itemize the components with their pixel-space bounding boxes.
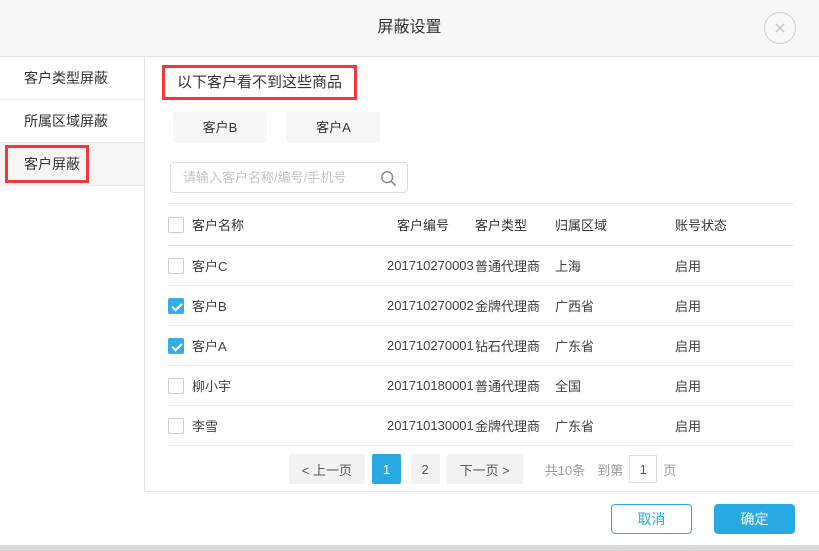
sidebar-item[interactable]: 所属区域屏蔽 [0,100,144,143]
sidebar: 客户类型屏蔽 所属区域屏蔽 客户屏蔽 [0,57,145,492]
column-account-status: 账号状态 [675,218,728,233]
cell-customer-name: 客户B [192,299,227,314]
row-checkbox[interactable] [168,377,184,394]
row-checkbox[interactable] [168,257,184,274]
confirm-button[interactable]: 确定 [714,503,795,534]
cell-region: 上海 [555,259,582,274]
cell-customer-type: 钻石代理商 [475,339,541,354]
row-checkbox[interactable] [168,337,184,354]
cell-customer-type: 普通代理商 [475,379,541,394]
section-title-annotation-box: 以下客户看不到这些商品 [162,65,358,100]
table-header-row: 客户名称 客户编号 客户类型 归属区域 账号状态 [168,204,793,246]
sidebar-item[interactable]: 客户屏蔽 [0,143,144,186]
customer-tag[interactable]: 客户A [286,112,381,143]
cell-customer-type: 金牌代理商 [475,419,541,434]
modal-title: 屏蔽设置 [377,19,442,36]
cell-customer-code: 201710180001 [387,378,474,393]
customer-table: 客户名称 客户编号 客户类型 归属区域 账号状态 客户C 20171027000… [168,203,793,446]
page-background-strip [0,545,819,551]
next-page-button[interactable]: 下一页 > [446,454,523,484]
pagination: < 上一页 1 2 下一页 > 共10条 到第 页 [168,446,793,492]
main-panel: 以下客户看不到这些商品 客户B 客户A 客户名称 客户编号 客 [145,57,819,492]
table-row: 客户C 201710270003 普通代理商 上海 启用 [168,246,793,286]
customer-search-box [170,162,408,193]
table-row: 客户A 201710270001 钻石代理商 广东省 启用 [168,326,793,366]
sidebar-item-label: 客户类型屏蔽 [24,70,108,86]
cell-account-status: 启用 [675,339,702,354]
cell-region: 广西省 [555,299,595,314]
blocking-settings-modal: 屏蔽设置 客户类型屏蔽 所属区域屏蔽 客户屏蔽 以下客户看不到这些商品 客户B … [0,0,819,551]
table-row: 客户B 201710270002 金牌代理商 广西省 启用 [168,286,793,326]
table-row: 柳小宇 201710180001 普通代理商 全国 启用 [168,366,793,406]
prev-page-button[interactable]: < 上一页 [288,454,365,484]
cell-customer-name: 客户A [192,339,227,354]
cell-customer-name: 李雪 [192,419,219,434]
pagination-page-button[interactable]: 2 [410,454,440,484]
cell-customer-code: 201710130001 [387,418,474,433]
row-checkbox[interactable] [168,417,184,434]
search-icon[interactable] [380,170,397,187]
sidebar-item-label: 所属区域屏蔽 [24,113,108,129]
sidebar-item[interactable]: 客户类型屏蔽 [0,57,144,100]
table-row: 李雪 201710130001 金牌代理商 广东省 启用 [168,406,793,446]
cell-account-status: 启用 [675,419,702,434]
sidebar-item-label: 客户屏蔽 [24,156,80,172]
column-customer-code: 客户编号 [397,218,450,233]
customer-tag[interactable]: 客户B [173,112,267,143]
cell-account-status: 启用 [675,259,702,274]
selected-customer-tags: 客户B 客户A [173,112,793,143]
modal-footer: 取消 确定 [0,492,819,545]
cancel-button[interactable]: 取消 [611,503,692,534]
cell-account-status: 启用 [675,379,702,394]
cell-customer-code: 201710270002 [387,298,474,313]
cell-account-status: 启用 [675,299,702,314]
select-all-checkbox[interactable] [168,216,184,233]
page-buttons: 1 2 [369,454,443,484]
cell-customer-type: 金牌代理商 [475,299,541,314]
cell-customer-code: 201710270003 [387,258,474,273]
modal-header: 屏蔽设置 [0,0,819,57]
cell-region: 广东省 [555,339,595,354]
modal-body: 客户类型屏蔽 所属区域屏蔽 客户屏蔽 以下客户看不到这些商品 客户B 客户A 请… [0,57,819,492]
cell-region: 全国 [555,379,582,394]
table-body: 客户C 201710270003 普通代理商 上海 启用 客户B 2017102… [168,246,793,446]
total-count-label: 共10条 [544,462,586,478]
column-customer-type: 客户类型 [475,218,528,233]
cell-customer-type: 普通代理商 [475,259,541,274]
column-customer-name: 客户名称 [192,218,245,233]
section-title: 以下客户看不到这些商品 [177,74,343,91]
goto-page-input[interactable] [629,455,658,483]
customer-search-input[interactable] [171,163,407,192]
close-icon[interactable] [764,12,796,44]
row-checkbox[interactable] [168,297,184,314]
pagination-page-button[interactable]: 1 [371,454,401,484]
page-unit-label: 页 [663,462,677,478]
cell-customer-name: 柳小宇 [192,379,232,394]
cell-customer-name: 客户C [192,259,228,274]
column-region: 归属区域 [555,218,608,233]
goto-page-label: 到第 [597,462,624,478]
cell-customer-code: 201710270001 [387,338,474,353]
cell-region: 广东省 [555,419,595,434]
